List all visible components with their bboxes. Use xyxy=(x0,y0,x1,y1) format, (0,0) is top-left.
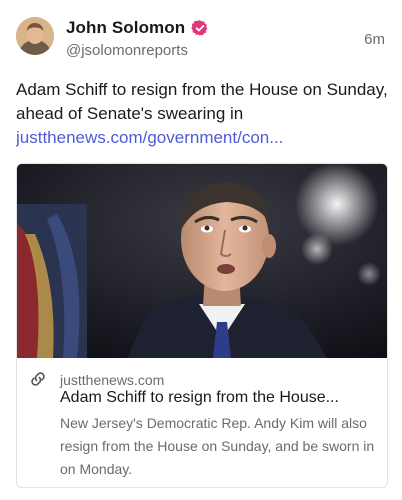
post-timestamp: 6m xyxy=(364,31,385,48)
feed-post[interactable]: John Solomon @jsolomonreports 6m Adam Sc… xyxy=(0,0,402,500)
verified-badge-icon xyxy=(191,19,209,37)
card-description: New Jersey's Democratic Rep. Andy Kim wi… xyxy=(60,415,375,477)
post-link[interactable]: justthenews.com/government/con... xyxy=(16,126,388,150)
news-photo xyxy=(17,164,387,358)
card-title[interactable]: Adam Schiff to resign from the House... xyxy=(60,389,378,407)
link-preview-card[interactable]: justthenews.com Adam Schiff to resign fr… xyxy=(16,163,388,488)
post-text: Adam Schiff to resign from the House on … xyxy=(16,80,388,123)
card-domain: justthenews.com xyxy=(60,372,165,388)
post-body: Adam Schiff to resign from the House on … xyxy=(16,78,388,150)
author-display-name[interactable]: John Solomon xyxy=(66,18,185,38)
user-avatar[interactable] xyxy=(16,17,54,55)
author-handle[interactable]: @jsolomonreports xyxy=(66,42,209,59)
link-icon xyxy=(29,370,47,388)
